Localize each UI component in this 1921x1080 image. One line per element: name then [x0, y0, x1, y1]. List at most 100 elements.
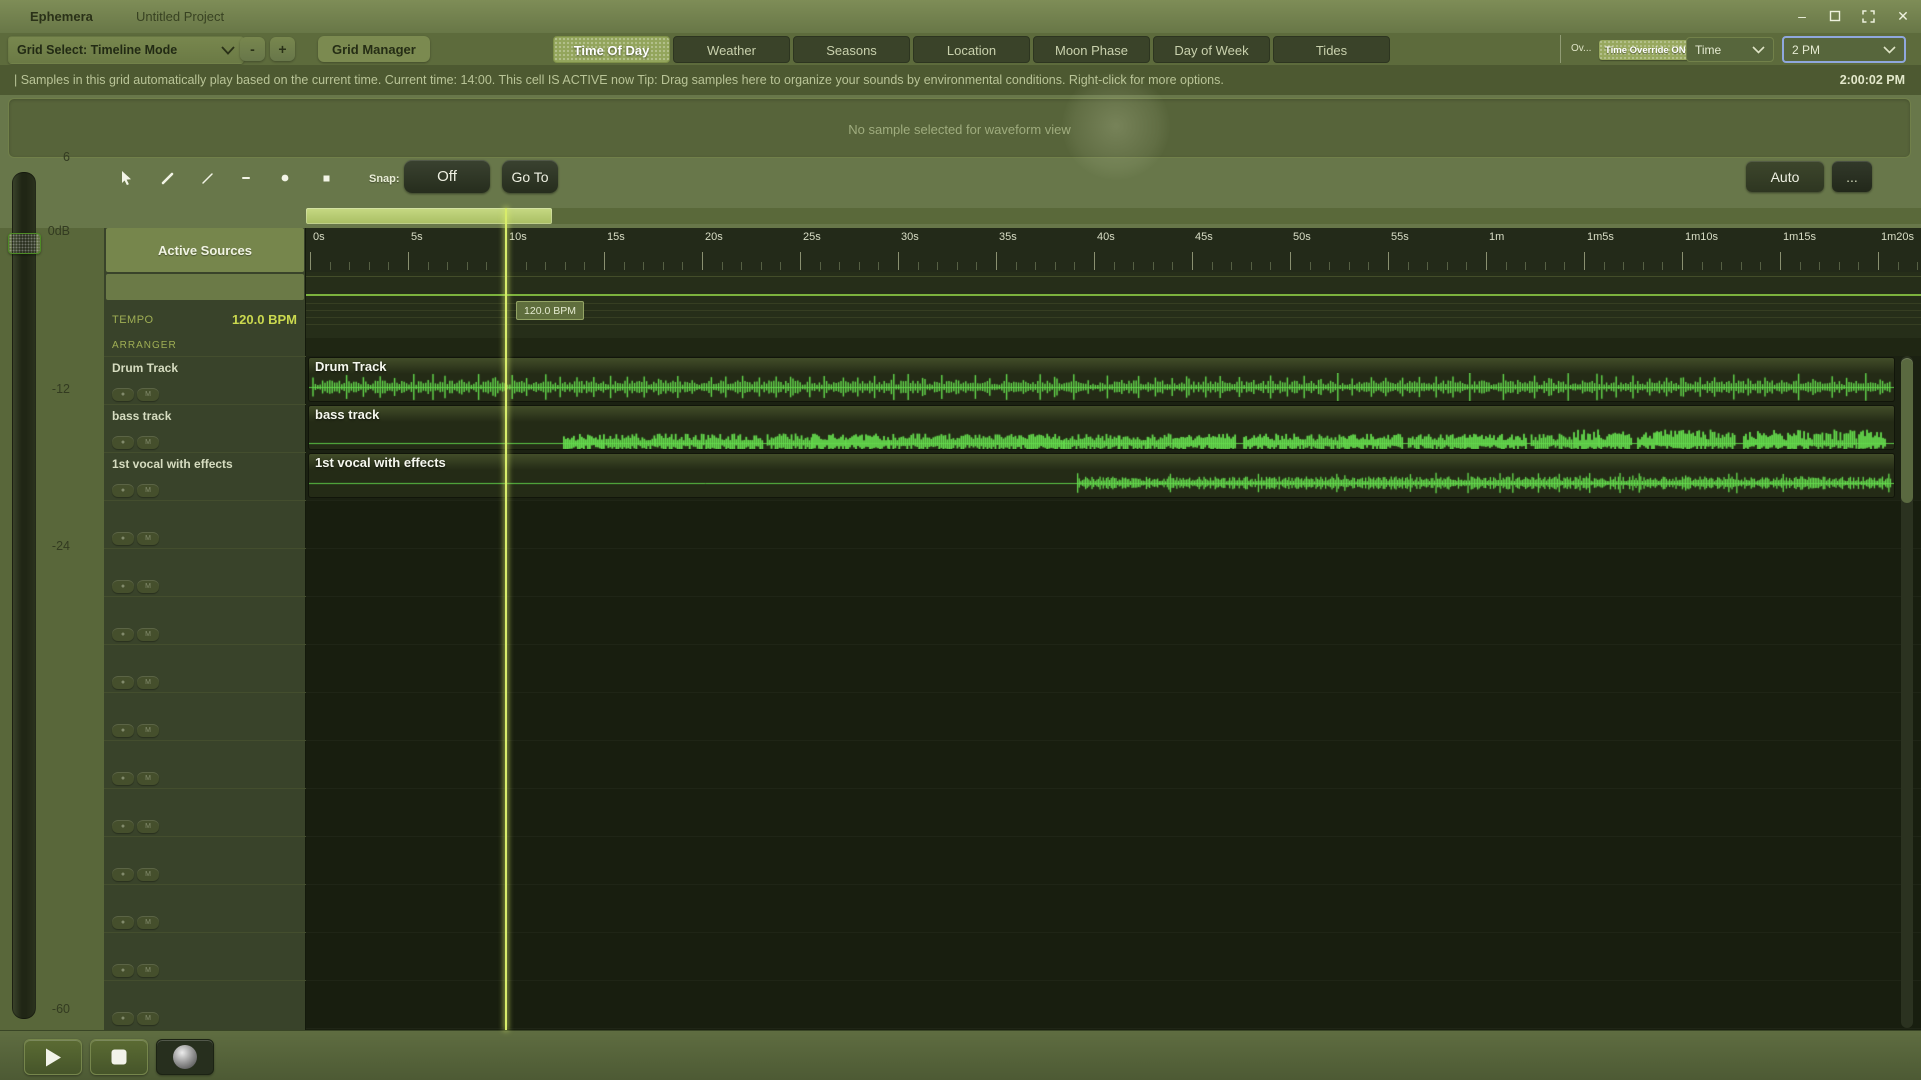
- empty-track-header[interactable]: ● M: [104, 788, 306, 836]
- mute-button[interactable]: M: [137, 772, 159, 785]
- track-header[interactable]: Drum Track ● M: [104, 356, 306, 404]
- tempo-value[interactable]: 120.0 BPM: [232, 312, 297, 327]
- mute-button[interactable]: M: [137, 628, 159, 641]
- tempo-curve: [306, 294, 1921, 296]
- record-arm-button[interactable]: ●: [112, 628, 134, 641]
- audio-clip[interactable]: 1st vocal with effects: [308, 453, 1895, 498]
- mute-button[interactable]: M: [137, 1012, 159, 1025]
- empty-track-header[interactable]: ● M: [104, 692, 306, 740]
- grid-select-dropdown[interactable]: Grid Select: Timeline Mode: [8, 36, 244, 64]
- record-arm-button[interactable]: ●: [112, 676, 134, 689]
- stop-button[interactable]: [90, 1039, 148, 1075]
- toolbar-divider: [1560, 35, 1561, 63]
- clip-title: 1st vocal with effects: [315, 455, 446, 470]
- record-button[interactable]: [156, 1039, 214, 1075]
- tab-seasons[interactable]: Seasons: [793, 36, 910, 63]
- record-arm-button[interactable]: ●: [112, 484, 134, 497]
- empty-track-header[interactable]: ● M: [104, 884, 306, 932]
- record-arm-button[interactable]: ●: [112, 964, 134, 977]
- close-icon[interactable]: ✕: [1890, 6, 1916, 26]
- empty-track-header[interactable]: ● M: [104, 500, 306, 548]
- hour-select[interactable]: 2 PM: [1782, 36, 1906, 63]
- empty-track-header[interactable]: ● M: [104, 548, 306, 596]
- record-arm-button[interactable]: ●: [112, 388, 134, 401]
- loop-range[interactable]: [306, 208, 552, 224]
- empty-track-header[interactable]: ● M: [104, 644, 306, 692]
- title-bar[interactable]: Ephemera Untitled Project – ✕: [0, 0, 1921, 34]
- fullscreen-icon[interactable]: [1855, 6, 1881, 26]
- empty-track-header[interactable]: ● M: [104, 980, 306, 1028]
- empty-track-header[interactable]: ● M: [104, 740, 306, 788]
- square-tool-icon[interactable]: [309, 163, 343, 193]
- audio-clip[interactable]: bass track: [308, 405, 1895, 450]
- record-arm-button[interactable]: ●: [112, 868, 134, 881]
- status-message: | Samples in this grid automatically pla…: [14, 73, 1224, 87]
- time-override-button[interactable]: Time Override ON: [1599, 40, 1692, 60]
- select-tool-icon[interactable]: [109, 163, 143, 193]
- mute-button[interactable]: M: [137, 484, 159, 497]
- auto-button[interactable]: Auto: [1746, 161, 1824, 192]
- mute-button[interactable]: M: [137, 580, 159, 593]
- maximize-icon[interactable]: [1822, 6, 1848, 26]
- snap-toggle-button[interactable]: Off: [404, 160, 490, 193]
- record-arm-button[interactable]: ●: [112, 436, 134, 449]
- playhead[interactable]: [505, 208, 507, 1030]
- line-tool-icon[interactable]: [190, 163, 224, 193]
- record-arm-button[interactable]: ●: [112, 724, 134, 737]
- tab-time-of-day[interactable]: Time Of Day: [553, 36, 670, 63]
- grid-manager-button[interactable]: Grid Manager: [318, 36, 430, 62]
- record-arm-button[interactable]: ●: [112, 580, 134, 593]
- mute-button[interactable]: M: [137, 820, 159, 833]
- ruler-tick-label: 1m: [1489, 231, 1505, 243]
- tempo-marker-badge[interactable]: 120.0 BPM: [516, 301, 584, 320]
- minimize-icon[interactable]: –: [1789, 6, 1815, 26]
- mute-button[interactable]: M: [137, 532, 159, 545]
- bass-waveform: [309, 421, 1894, 449]
- pencil-tool-icon[interactable]: [150, 163, 184, 193]
- mute-button[interactable]: M: [137, 676, 159, 689]
- tab-day-of-week[interactable]: Day of Week: [1153, 36, 1270, 63]
- more-options-button[interactable]: ...: [1832, 161, 1872, 192]
- override-mode-select[interactable]: Time: [1686, 37, 1774, 62]
- grid-zoom-out-button[interactable]: -: [240, 37, 265, 61]
- dash-tool-icon[interactable]: [229, 163, 263, 193]
- active-sources-header[interactable]: Active Sources: [106, 228, 304, 272]
- mute-button[interactable]: M: [137, 724, 159, 737]
- empty-track-header[interactable]: ● M: [104, 932, 306, 980]
- arranger-lane[interactable]: [306, 338, 1921, 356]
- waveform-preview-panel[interactable]: No sample selected for waveform view: [8, 98, 1911, 158]
- ruler-tick-minor: [1662, 262, 1664, 270]
- ruler-tick-minor: [839, 262, 841, 270]
- mute-button[interactable]: M: [137, 388, 159, 401]
- play-button[interactable]: [24, 1039, 82, 1075]
- track-header[interactable]: 1st vocal with effects ● M: [104, 452, 306, 500]
- track-header[interactable]: bass track ● M: [104, 404, 306, 452]
- tab-location[interactable]: Location: [913, 36, 1030, 63]
- mute-button[interactable]: M: [137, 916, 159, 929]
- record-arm-button[interactable]: ●: [112, 916, 134, 929]
- mute-button[interactable]: M: [137, 868, 159, 881]
- time-ruler[interactable]: 0s 5s 10s 15s 20s 25s 30s 35s 40s 45s 50s 55s 1m 1m5s…: [306, 228, 1921, 273]
- empty-track-lanes[interactable]: [306, 500, 1921, 1030]
- record-arm-button[interactable]: ●: [112, 820, 134, 833]
- mute-button[interactable]: M: [137, 964, 159, 977]
- drums-waveform: [309, 373, 1894, 401]
- goto-button[interactable]: Go To: [502, 160, 558, 193]
- tab-tides[interactable]: Tides: [1273, 36, 1390, 63]
- record-arm-button[interactable]: ●: [112, 772, 134, 785]
- ruler-tick-minor: [956, 262, 958, 270]
- dot-tool-icon[interactable]: [268, 163, 302, 193]
- tempo-lane[interactable]: 120.0 BPM: [306, 272, 1921, 338]
- record-arm-button[interactable]: ●: [112, 532, 134, 545]
- empty-track-header[interactable]: ● M: [104, 596, 306, 644]
- tab-moon-phase[interactable]: Moon Phase: [1033, 36, 1150, 63]
- empty-track-header[interactable]: ● M: [104, 836, 306, 884]
- mute-button[interactable]: M: [137, 436, 159, 449]
- grid-toolbar: Grid Select: Timeline Mode - + Grid Mana…: [0, 33, 1921, 65]
- vertical-scrollbar-thumb[interactable]: [1901, 358, 1913, 503]
- grid-zoom-in-button[interactable]: +: [270, 37, 295, 61]
- record-arm-button[interactable]: ●: [112, 1012, 134, 1025]
- audio-clip[interactable]: Drum Track: [308, 357, 1895, 402]
- tab-weather[interactable]: Weather: [673, 36, 790, 63]
- master-fader-track[interactable]: [12, 172, 36, 1019]
